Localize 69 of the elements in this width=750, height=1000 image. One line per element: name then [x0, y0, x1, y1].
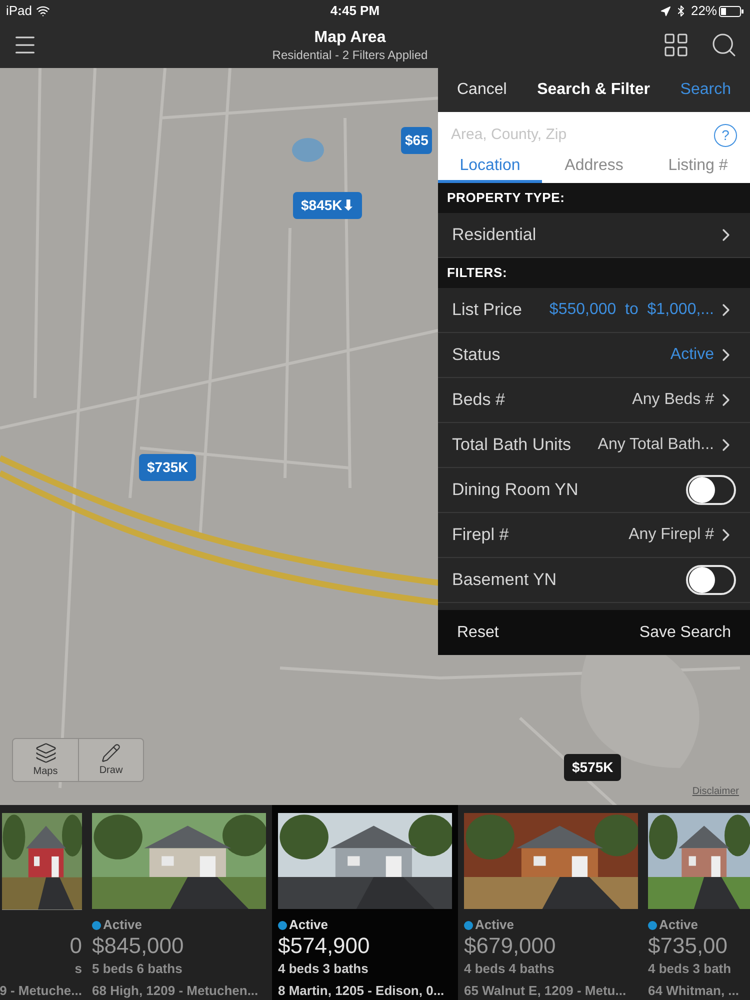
- listing-address: 65 Walnut E, 1209 - Metu...: [464, 982, 628, 1000]
- listing-status: Active: [103, 916, 142, 934]
- price-pin[interactable]: $65: [401, 127, 432, 154]
- battery-icon: [719, 6, 744, 16]
- help-button[interactable]: ?: [714, 124, 737, 146]
- layers-icon: [34, 742, 56, 764]
- listing-card[interactable]: Active $735,00 4 beds 3 bath 64 Whitman, ...: [644, 805, 750, 1000]
- cancel-button[interactable]: Cancel: [457, 78, 507, 102]
- device-name: iPad: [6, 2, 32, 20]
- search-tab[interactable]: Listing #: [646, 152, 750, 183]
- listing-address: 8 Martin, 1205 - Edison, 0...: [278, 982, 446, 1000]
- row-label: Beds #: [452, 389, 505, 412]
- listing-beds: s: [74, 960, 82, 978]
- nav-title: Map Area: [314, 28, 386, 48]
- row-label: Dining Room YN: [452, 479, 578, 502]
- listing-status: Active: [659, 916, 698, 934]
- listing-beds: 4 beds 3 bath: [648, 960, 732, 978]
- price-pin[interactable]: $735K: [139, 454, 196, 481]
- row-value: $550,000 to $1,000,...: [549, 300, 714, 320]
- price-pin[interactable]: $845K⬇: [293, 192, 362, 219]
- disclaimer-link[interactable]: Disclaimer: [692, 784, 739, 799]
- row-value: Any Firepl #: [628, 525, 714, 545]
- clock: 4:45 PM: [330, 2, 380, 20]
- listing-beds: 5 beds 6 baths: [92, 960, 184, 978]
- listing-price: $679,000: [464, 933, 557, 959]
- wifi-icon: [36, 4, 50, 18]
- section-header: PROPERTY TYPE:: [447, 189, 565, 208]
- listing-beds: 4 beds 3 baths: [278, 960, 370, 978]
- row-label: Residential: [452, 224, 536, 246]
- section-header: FILTERS:: [447, 264, 508, 282]
- map-tool-button[interactable]: Maps: [13, 739, 78, 781]
- price-pin[interactable]: $575K: [564, 754, 622, 781]
- listing-price: $574,900: [278, 933, 371, 959]
- toggle-switch[interactable]: [686, 565, 736, 595]
- pencil-icon: [101, 742, 121, 762]
- save-search-button[interactable]: Save Search: [639, 620, 731, 644]
- row-value: Any Beds #: [632, 390, 714, 410]
- row-label: Basement YN: [452, 569, 557, 592]
- listing-card[interactable]: 0 s 9 - Metuche...: [0, 805, 86, 1000]
- search-icon[interactable]: [710, 31, 738, 59]
- reset-button[interactable]: Reset: [457, 620, 499, 644]
- location-field[interactable]: Area, County, Zip ?: [438, 112, 750, 152]
- listing-address: 68 High, 1209 - Metuchen...: [92, 982, 260, 1000]
- listing-status: Active: [289, 916, 328, 934]
- row-value: Active: [670, 345, 714, 365]
- nav-subtitle: Residential - 2 Filters Applied: [272, 48, 428, 62]
- listing-address: 64 Whitman, ...: [648, 982, 740, 1000]
- listing-card[interactable]: Active $679,000 4 beds 4 baths 65 Walnut E, 1209 - Metu...: [458, 805, 644, 1000]
- row-label: Status: [452, 344, 500, 366]
- listing-address: 9 - Metuche...: [0, 982, 82, 1000]
- listing-card[interactable]: Active $845,000 5 beds 6 baths 68 High, 1209 - Metuchen...: [86, 805, 272, 1000]
- listing-price: $735,00: [648, 933, 729, 959]
- search-tab[interactable]: Address: [542, 152, 646, 183]
- row-label: Total Bath Units: [452, 434, 572, 456]
- listing-card[interactable]: Active $574,900 4 beds 3 baths 8 Martin, 1205 - Edison, 0...: [272, 805, 458, 1000]
- listing-status: Active: [475, 916, 514, 934]
- row-value: Any Total Bath...: [598, 435, 714, 455]
- map-tool-button[interactable]: Draw: [78, 739, 143, 781]
- listing-price: 0: [70, 933, 82, 959]
- search-button[interactable]: Search: [680, 78, 731, 102]
- listing-price: $845,000: [92, 933, 185, 959]
- location-icon: [660, 6, 671, 16]
- listing-beds: 4 beds 4 baths: [464, 960, 556, 978]
- battery-percent: 22%: [690, 2, 717, 20]
- row-label: Firepl #: [452, 524, 509, 546]
- grid-icon[interactable]: [662, 31, 690, 59]
- toggle-switch[interactable]: [686, 475, 736, 505]
- panel-title: Search & Filter: [536, 80, 652, 100]
- row-label: List Price: [452, 299, 522, 322]
